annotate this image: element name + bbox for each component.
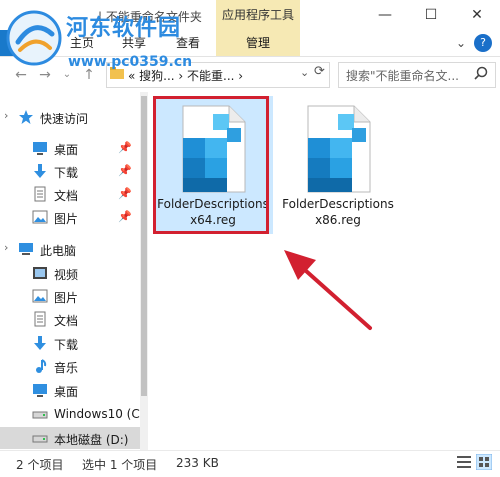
minimize-button[interactable]: —	[362, 0, 408, 30]
watermark-logo	[6, 10, 62, 66]
download-icon	[32, 335, 48, 351]
sidebar-item-2[interactable]: 桌面 📌	[0, 137, 140, 159]
sidebar-item-label: 桌面	[54, 385, 79, 399]
reg-file-icon	[307, 105, 371, 193]
sidebar-item-label: 下载	[54, 338, 79, 352]
picture-icon	[32, 288, 48, 304]
address-dropdown-icon[interactable]: ⌄	[300, 66, 309, 79]
large-icons-view-icon[interactable]	[476, 454, 492, 470]
drive-icon	[32, 406, 48, 422]
sidebar-item-label: 此电脑	[40, 244, 77, 258]
pin-icon[interactable]: 📌	[118, 210, 132, 223]
sidebar-item-label: 文档	[54, 314, 79, 328]
star-icon	[18, 109, 34, 125]
search-icon[interactable]	[474, 66, 488, 80]
sidebar-item-label: 快速访问	[40, 112, 89, 126]
sidebar-item-4[interactable]: 文档 📌	[0, 183, 140, 205]
search-placeholder: 搜索"不能重命名文...	[346, 69, 459, 83]
sidebar-item-13[interactable]: Windows10 (C	[0, 403, 140, 425]
status-selected-size: 233 KB	[176, 456, 219, 470]
sidebar-item-12[interactable]: 桌面	[0, 379, 140, 401]
computer-icon	[18, 241, 34, 257]
sidebar-item-label: 下载	[54, 166, 79, 180]
chevron-right-icon[interactable]: ›	[4, 109, 8, 122]
file-name: FolderDescriptions x86.reg	[282, 197, 394, 227]
file-item-x86[interactable]: FolderDescriptions x86.reg	[278, 96, 398, 234]
desktop-icon	[32, 382, 48, 398]
close-button[interactable]: ✕	[454, 0, 500, 30]
watermark-title: 河东软件园	[66, 16, 182, 41]
sidebar-item-label: 桌面	[54, 143, 79, 157]
chevron-down-icon[interactable]: ⌄	[452, 34, 470, 52]
music-icon	[32, 358, 48, 374]
sidebar-item-7[interactable]: 视频	[0, 262, 140, 284]
back-arrow-icon[interactable]: ←	[12, 66, 30, 84]
watermark-url: www.pc0359.cn	[68, 54, 193, 70]
video-icon	[32, 265, 48, 281]
sidebar-item-6[interactable]: › 此电脑	[0, 238, 140, 260]
document-icon	[32, 311, 48, 327]
arrow-annotation-icon	[284, 250, 372, 330]
sidebar-item-label: 本地磁盘 (D:)	[54, 433, 129, 447]
sidebar-item-label: 图片	[54, 212, 79, 226]
sidebar-scrollbar-thumb[interactable]	[141, 96, 147, 396]
context-tab-header: 应用程序工具	[216, 0, 300, 30]
sidebar-item-label: 视频	[54, 268, 79, 282]
sidebar-item-8[interactable]: 图片	[0, 285, 140, 307]
picture-icon	[32, 209, 48, 225]
sidebar-item-14[interactable]: 本地磁盘 (D:)	[0, 427, 140, 449]
highlight-annotation	[153, 96, 269, 234]
drive-icon	[32, 430, 48, 446]
sidebar-item-1[interactable]: › 快速访问	[0, 106, 140, 128]
sidebar-item-label: 图片	[54, 291, 79, 305]
maximize-button[interactable]: ☐	[408, 0, 454, 30]
sidebar-item-label: 音乐	[54, 361, 79, 375]
sidebar-item-label: Windows10 (C	[54, 407, 140, 421]
forward-arrow-icon[interactable]: →	[36, 66, 54, 84]
sidebar-item-label: 文档	[54, 189, 79, 203]
sidebar-item-10[interactable]: 下载	[0, 332, 140, 354]
document-icon	[32, 186, 48, 202]
tab-manage[interactable]: 管理	[216, 30, 300, 56]
sidebar-item-9[interactable]: 文档	[0, 308, 140, 330]
desktop-icon	[32, 140, 48, 156]
sidebar-item-3[interactable]: 下载 📌	[0, 160, 140, 182]
context-tab-header-label: 应用程序工具	[221, 8, 294, 22]
status-bar	[0, 450, 500, 477]
help-icon[interactable]: ?	[474, 34, 492, 52]
chevron-right-icon[interactable]: ›	[4, 241, 8, 254]
sidebar-item-11[interactable]: 音乐	[0, 355, 140, 377]
pin-icon[interactable]: 📌	[118, 164, 132, 177]
pin-icon[interactable]: 📌	[118, 141, 132, 154]
refresh-icon[interactable]: ⟳	[314, 64, 325, 79]
details-view-icon[interactable]	[456, 454, 472, 470]
status-item-count: 2 个项目	[16, 458, 64, 472]
pin-icon[interactable]: 📌	[118, 187, 132, 200]
sidebar-item-5[interactable]: 图片 📌	[0, 206, 140, 228]
download-icon	[32, 163, 48, 179]
status-selected-count: 选中 1 个项目	[82, 458, 158, 472]
